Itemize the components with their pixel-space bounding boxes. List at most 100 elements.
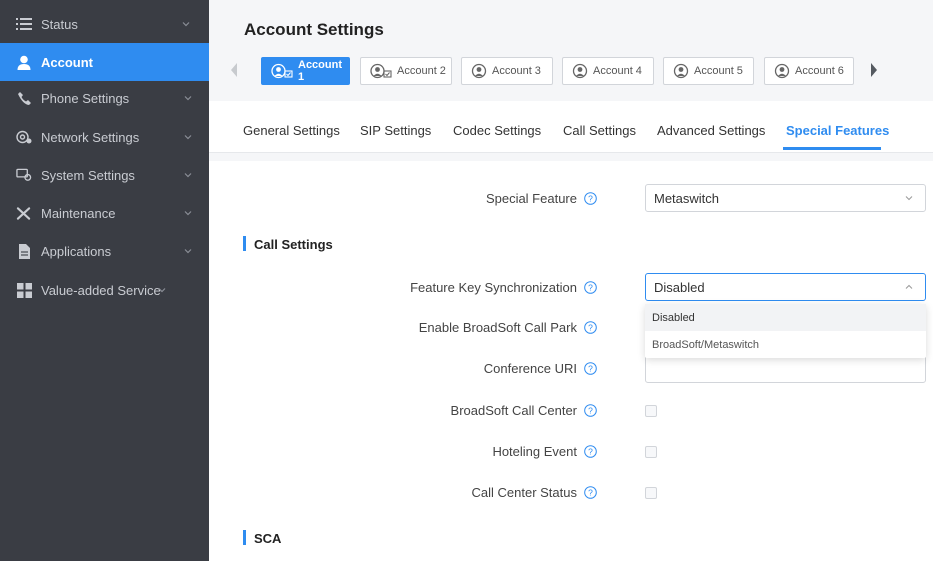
grid-icon: [16, 282, 32, 298]
account-icon: [572, 63, 588, 79]
sidebar-item-label: Maintenance: [41, 205, 116, 221]
account-tab-label: Account 6: [795, 65, 844, 77]
sidebar-item-phone-settings[interactable]: Phone Settings: [0, 79, 209, 117]
sidebar-item-network-settings[interactable]: Network Settings: [0, 118, 209, 156]
section-marker: [243, 236, 246, 251]
help-icon[interactable]: ?: [584, 321, 597, 334]
chevron-down-icon: [184, 211, 192, 216]
broadsoft-call-center-label: BroadSoft Call Center: [450, 403, 577, 418]
account-tab-6[interactable]: Account 6: [764, 57, 854, 85]
sidebar-item-system-settings[interactable]: System Settings: [0, 156, 209, 194]
tools-icon: [16, 205, 32, 221]
tab-advanced-settings[interactable]: Advanced Settings: [657, 123, 765, 138]
account-tab-label: Account 5: [694, 65, 743, 77]
sidebar-item-account[interactable]: Account: [0, 43, 209, 81]
chevron-down-icon: [184, 135, 192, 140]
help-icon[interactable]: ?: [584, 445, 597, 458]
help-icon[interactable]: ?: [584, 404, 597, 417]
chevron-down-icon: [184, 96, 192, 101]
sidebar-item-maintenance[interactable]: Maintenance: [0, 194, 209, 232]
svg-text:?: ?: [588, 447, 593, 457]
broadsoft-call-center-checkbox[interactable]: [645, 405, 657, 417]
svg-text:?: ?: [588, 283, 593, 293]
account-tab-4[interactable]: Account 4: [562, 57, 654, 85]
sidebar-item-status[interactable]: Status: [0, 5, 209, 43]
svg-text:?: ?: [588, 194, 593, 204]
scroll-left-icon[interactable]: [229, 62, 239, 78]
dropdown-option-broadsoft-metaswitch[interactable]: BroadSoft/Metaswitch: [645, 331, 926, 358]
account-icon: [471, 63, 487, 79]
account-tab-2[interactable]: Account 2: [360, 57, 452, 85]
list-icon: [16, 16, 32, 32]
feature-key-sync-label: Feature Key Synchronization: [410, 280, 577, 295]
chevron-down-icon: [905, 196, 913, 201]
hoteling-event-checkbox[interactable]: [645, 446, 657, 458]
section-title-sca: SCA: [254, 531, 282, 546]
document-icon: [16, 243, 32, 259]
sidebar-item-label: Value-added Service: [41, 282, 161, 298]
sidebar-item-label: Status: [41, 16, 78, 32]
chevron-up-icon: [905, 284, 913, 289]
conference-uri-label: Conference URI: [483, 361, 577, 376]
help-icon[interactable]: ?: [584, 362, 597, 375]
chevron-down-icon: [184, 249, 192, 254]
account-tab-label: Account 4: [593, 65, 642, 77]
chevron-down-icon: [182, 22, 190, 27]
special-feature-label: Special Feature: [485, 191, 577, 206]
account-icon: [370, 63, 392, 79]
sidebar-item-label: Applications: [41, 243, 112, 259]
section-marker: [243, 530, 246, 545]
account-tab-label: Account 2: [397, 65, 446, 77]
tab-codec-settings[interactable]: Codec Settings: [453, 123, 541, 138]
feature-key-sync-select[interactable]: Disabled: [645, 273, 926, 301]
active-tab-indicator: [783, 147, 881, 150]
sidebar-item-label: Account: [41, 54, 93, 70]
tab-special-features[interactable]: Special Features: [786, 123, 889, 138]
special-feature-select[interactable]: Metaswitch: [645, 184, 926, 212]
sidebar-item-label: Network Settings: [41, 129, 140, 145]
call-center-status-label: Call Center Status: [471, 485, 578, 500]
tab-general-settings[interactable]: General Settings: [243, 123, 340, 138]
svg-text:?: ?: [588, 364, 593, 374]
account-tab-label: Account 1: [298, 59, 342, 83]
account-tab-label: Account 3: [492, 65, 541, 77]
sidebar-item-label: Phone Settings: [41, 90, 130, 106]
separator: [209, 153, 933, 161]
sidebar: Status Account Phone Settings Network Se…: [0, 0, 209, 561]
system-icon: [16, 167, 32, 183]
sidebar-item-label: System Settings: [41, 167, 135, 183]
help-icon[interactable]: ?: [584, 486, 597, 499]
tab-call-settings[interactable]: Call Settings: [563, 123, 636, 138]
separator: [209, 91, 933, 101]
chevron-down-icon: [184, 173, 192, 178]
hoteling-event-label: Hoteling Event: [492, 444, 577, 459]
scroll-right-icon[interactable]: [869, 62, 879, 78]
phone-icon: [16, 90, 32, 106]
account-icon: [673, 63, 689, 79]
feature-key-sync-dropdown: Disabled BroadSoft/Metaswitch: [645, 304, 926, 358]
account-tab-5[interactable]: Account 5: [663, 57, 754, 85]
sidebar-item-value-added-service[interactable]: Value-added Service: [0, 271, 209, 309]
account-tab-3[interactable]: Account 3: [461, 57, 553, 85]
account-tab-1[interactable]: Account 1: [261, 57, 350, 85]
broadsoft-call-park-label: Enable BroadSoft Call Park: [418, 320, 577, 335]
tab-sip-settings[interactable]: SIP Settings: [360, 123, 431, 138]
sidebar-item-applications[interactable]: Applications: [0, 232, 209, 270]
chevron-down-icon: [158, 288, 166, 293]
special-feature-value: Metaswitch: [654, 190, 720, 206]
user-icon: [16, 54, 32, 70]
conference-uri-input[interactable]: [645, 355, 926, 383]
page-title: Account Settings: [244, 20, 384, 39]
call-center-status-checkbox[interactable]: [645, 487, 657, 499]
help-icon[interactable]: ?: [584, 192, 597, 205]
svg-text:?: ?: [588, 323, 593, 333]
account-icon: [271, 63, 293, 79]
section-title-call-settings: Call Settings: [254, 237, 333, 252]
svg-text:?: ?: [588, 406, 593, 416]
svg-text:?: ?: [588, 488, 593, 498]
feature-key-sync-value: Disabled: [654, 279, 705, 295]
network-icon: [16, 129, 32, 145]
help-icon[interactable]: ?: [584, 281, 597, 294]
account-icon: [774, 63, 790, 79]
dropdown-option-disabled[interactable]: Disabled: [645, 304, 926, 331]
